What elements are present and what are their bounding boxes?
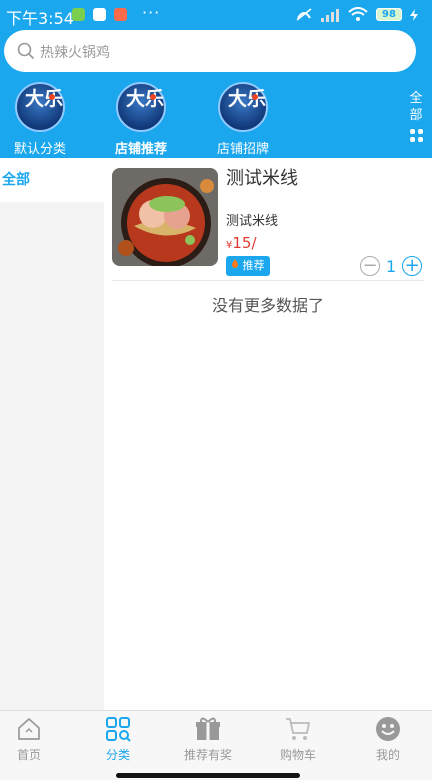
recommend-tag: 推荐 xyxy=(226,256,270,276)
product-image[interactable] xyxy=(112,168,218,266)
category-label: 店铺推荐 xyxy=(114,142,167,157)
app-notification-icon xyxy=(72,8,85,21)
category-grid-icon xyxy=(106,717,131,742)
product-name[interactable]: 测试米线 xyxy=(226,164,298,190)
product-price: ¥15/ xyxy=(226,234,257,252)
cart-icon xyxy=(286,718,310,740)
charging-icon xyxy=(410,8,418,21)
product-description: 测试米线 xyxy=(226,214,279,229)
status-time: 下午3:54 xyxy=(6,9,74,28)
wifi-icon xyxy=(348,7,368,21)
decrease-quantity-button[interactable]: − xyxy=(360,256,380,276)
quantity-value: 1 xyxy=(386,256,397,276)
battery-indicator: 98 xyxy=(376,8,402,21)
search-placeholder: 热辣火锅鸡 xyxy=(40,45,110,61)
store-logo: 大乐 xyxy=(116,82,166,132)
search-bar[interactable]: 热辣火锅鸡 xyxy=(4,30,416,72)
sidebar-item-all[interactable]: 全部 xyxy=(0,158,104,202)
category-sidebar: 全部 xyxy=(0,158,104,710)
grid-icon xyxy=(409,129,423,142)
list-end-text: 没有更多数据了 xyxy=(211,296,324,315)
category-store-recommend[interactable]: 大乐 店铺推荐 xyxy=(93,82,189,157)
all-label-line1: 全 xyxy=(409,91,423,106)
more-notifications-icon: ··· xyxy=(142,3,161,22)
home-indicator xyxy=(116,773,300,778)
mail-notification-icon xyxy=(114,8,127,21)
call-muted-icon xyxy=(296,8,312,21)
notification-icons xyxy=(72,8,127,21)
signal-icon xyxy=(321,8,339,22)
tab-home[interactable]: 首页 xyxy=(0,716,72,763)
tab-category[interactable]: 分类 xyxy=(75,716,161,763)
header: 热辣火锅鸡 大乐 默认分类 大乐 店铺推荐 大乐 店铺招牌 全 部 xyxy=(0,30,432,158)
smiley-icon xyxy=(376,717,400,741)
category-default[interactable]: 大乐 默认分类 xyxy=(0,82,88,157)
list-divider xyxy=(112,280,424,281)
all-label-line2: 部 xyxy=(409,108,423,123)
category-label: 店铺招牌 xyxy=(216,142,269,157)
app-notification-icon xyxy=(93,8,106,21)
gift-icon xyxy=(196,717,220,740)
category-store-signature[interactable]: 大乐 店铺招牌 xyxy=(195,82,291,157)
category-label: 默认分类 xyxy=(13,142,66,157)
tab-referral-reward[interactable]: 推荐有奖 xyxy=(165,716,251,763)
home-icon xyxy=(18,718,40,740)
product-list: 测试米线 测试米线 ¥15/ 推荐 − 1 + 没有更多数据了 xyxy=(104,158,432,710)
status-bar: 下午3:54 ··· 98 xyxy=(0,0,432,30)
quantity-stepper: − 1 + xyxy=(360,256,423,276)
search-icon xyxy=(17,42,35,60)
all-categories-button[interactable]: 全 部 xyxy=(404,90,428,142)
rice-noodle-photo xyxy=(112,168,218,266)
bottom-tab-bar: 首页 分类 推荐有奖 购物车 我的 xyxy=(0,710,432,780)
increase-quantity-button[interactable]: + xyxy=(402,256,423,276)
tab-cart[interactable]: 购物车 xyxy=(255,716,341,763)
tab-mine[interactable]: 我的 xyxy=(345,716,431,763)
store-logo: 大乐 xyxy=(218,82,268,132)
fire-icon xyxy=(232,259,238,268)
store-logo: 大乐 xyxy=(15,82,65,132)
